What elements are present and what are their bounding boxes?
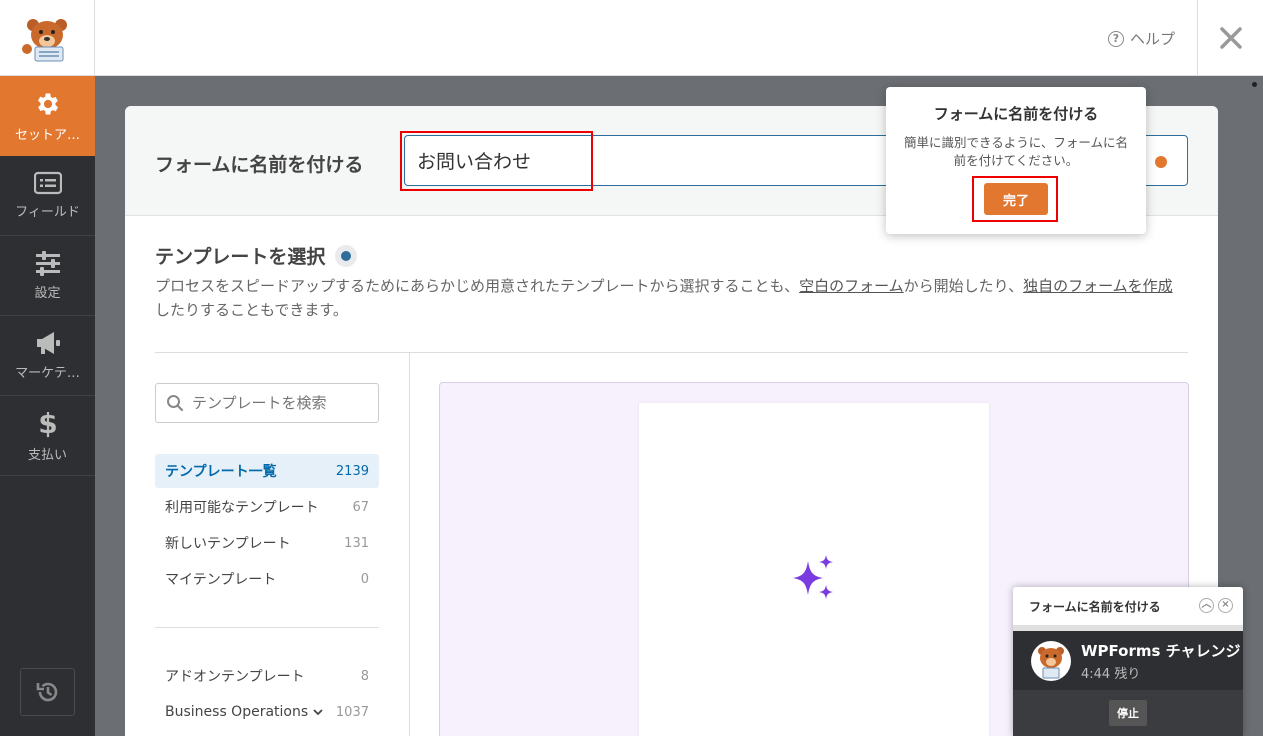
category-all-templates[interactable]: テンプレート一覧 2139 — [155, 454, 379, 488]
sidebar-item-settings[interactable]: 設定 — [0, 236, 95, 316]
category-label: 利用可能なテンプレート — [165, 500, 319, 516]
template-desc-text-1: プロセスをスピードアップするためにあらかじめ用意されたテンプレートから選択するこ… — [155, 277, 800, 295]
sidebar-item-label: セットア… — [14, 127, 80, 143]
close-button[interactable] — [1197, 0, 1263, 76]
highlight-box-input — [400, 131, 593, 191]
form-name-indicator-dot — [1155, 156, 1167, 168]
history-icon — [36, 682, 57, 702]
sidebar-item-fields[interactable]: フィールド — [0, 156, 95, 236]
close-icon — [1219, 27, 1242, 49]
dollar-icon: $ — [38, 408, 57, 438]
challenge-name: WPForms チャレンジ — [1081, 641, 1241, 660]
template-search[interactable] — [155, 383, 379, 423]
bear-mascot-icon — [22, 19, 67, 62]
blank-form-link[interactable]: 空白のフォーム — [799, 277, 904, 295]
category-my-templates[interactable]: マイテンプレート 0 — [155, 562, 379, 596]
category-divider — [155, 627, 379, 628]
sliders-icon — [35, 251, 60, 276]
bear-mascot-icon — [1038, 646, 1064, 678]
help-link[interactable]: ? ヘルプ — [1108, 28, 1175, 49]
category-label: テンプレート一覧 — [165, 464, 277, 480]
svg-text:$: $ — [38, 408, 57, 438]
vertical-divider — [409, 352, 410, 736]
divider — [155, 352, 1188, 353]
list-icon — [33, 171, 62, 195]
search-icon — [167, 395, 184, 412]
category-count: 0 — [360, 571, 369, 587]
category-count: 67 — [352, 499, 369, 515]
sidebar-item-payments[interactable]: $ 支払い — [0, 396, 95, 476]
gear-icon — [37, 93, 58, 114]
category-count: 2139 — [335, 463, 369, 479]
chevron-down-icon — [313, 709, 323, 716]
question-circle-icon: ? — [1108, 30, 1124, 47]
category-label: マイテンプレート — [165, 572, 277, 588]
sparkle-icon — [793, 555, 833, 599]
category-business-operations[interactable]: Business Operations 1037 — [155, 695, 379, 729]
chevron-up-icon[interactable]: ︿ — [1199, 598, 1214, 613]
template-search-input[interactable] — [192, 394, 372, 412]
blank-template-card — [639, 403, 989, 736]
challenge-footer: 停止 — [1013, 690, 1243, 736]
challenge-step-label: フォームに名前を付ける — [1029, 599, 1161, 614]
sidebar-item-label: マーケテ… — [15, 366, 80, 381]
sidebar-item-label: 支払い — [27, 448, 67, 463]
sidebar-item-setup[interactable]: セットア… — [0, 76, 95, 156]
custom-form-link[interactable]: 独自のフォームを作成 — [1023, 277, 1173, 295]
close-circle-icon[interactable]: × — [1218, 598, 1233, 613]
template-desc-text-2: から開始したり、 — [903, 277, 1024, 295]
challenge-body: WPForms チャレンジ 4:44 残り — [1013, 631, 1243, 690]
highlight-box-button — [972, 176, 1058, 222]
challenge-controls: ︿ × — [1199, 598, 1233, 613]
category-count: 131 — [344, 535, 369, 551]
template-description: プロセスをスピードアップするためにあらかじめ用意されたテンプレートから選択するこ… — [155, 274, 1185, 322]
category-available[interactable]: 利用可能なテンプレート 67 — [155, 490, 379, 524]
form-name-tooltip: フォームに名前を付ける 簡単に識別できるように、フォームに名前を付けてください。… — [886, 87, 1146, 234]
category-label: アドオンテンプレート — [165, 669, 305, 685]
template-heading: テンプレートを選択 — [155, 242, 358, 269]
category-new[interactable]: 新しいテンプレート 131 — [155, 526, 379, 560]
challenge-info: WPForms チャレンジ 4:44 残り — [1081, 640, 1241, 682]
challenge-header: フォームに名前を付ける ︿ × — [1013, 587, 1243, 625]
category-label: 新しいテンプレート — [165, 536, 291, 552]
revisions-button[interactable] — [20, 668, 75, 716]
scroll-indicator — [1252, 82, 1257, 87]
tooltip-title: フォームに名前を付ける — [933, 105, 1099, 123]
template-indicator-dot — [335, 244, 358, 267]
challenge-timer: 4:44 残り — [1081, 666, 1141, 682]
category-label-wrap: Business Operations — [165, 704, 324, 720]
template-desc-text-3: したりすることもできます。 — [155, 301, 348, 319]
challenge-widget: フォームに名前を付ける ︿ × WPForms チャレンジ 4:44 残り 停止 — [1013, 587, 1243, 736]
tooltip-text: 簡単に識別できるように、フォームに名前を付けてください。 — [903, 135, 1128, 168]
category-addon[interactable]: アドオンテンプレート 8 — [155, 659, 379, 693]
stop-button[interactable]: 停止 — [1109, 700, 1147, 726]
megaphone-icon — [36, 332, 60, 354]
form-name-label: フォームに名前を付ける — [155, 154, 364, 176]
sidebar-item-label: フィールド — [15, 205, 80, 220]
sidebar: セットア… フィールド 設定 マーケテ… $ 支払い — [0, 76, 95, 736]
top-bar: ? ヘルプ — [0, 0, 1263, 76]
sidebar-item-marketing[interactable]: マーケテ… — [0, 316, 95, 396]
avatar — [1031, 640, 1071, 681]
sidebar-item-label: 設定 — [34, 286, 61, 301]
help-label: ヘルプ — [1130, 30, 1176, 48]
wpforms-logo — [0, 0, 95, 76]
category-count: 8 — [360, 668, 369, 684]
category-label: Business Operations — [165, 704, 309, 720]
category-count: 1037 — [335, 704, 369, 720]
template-title: テンプレートを選択 — [155, 246, 326, 268]
